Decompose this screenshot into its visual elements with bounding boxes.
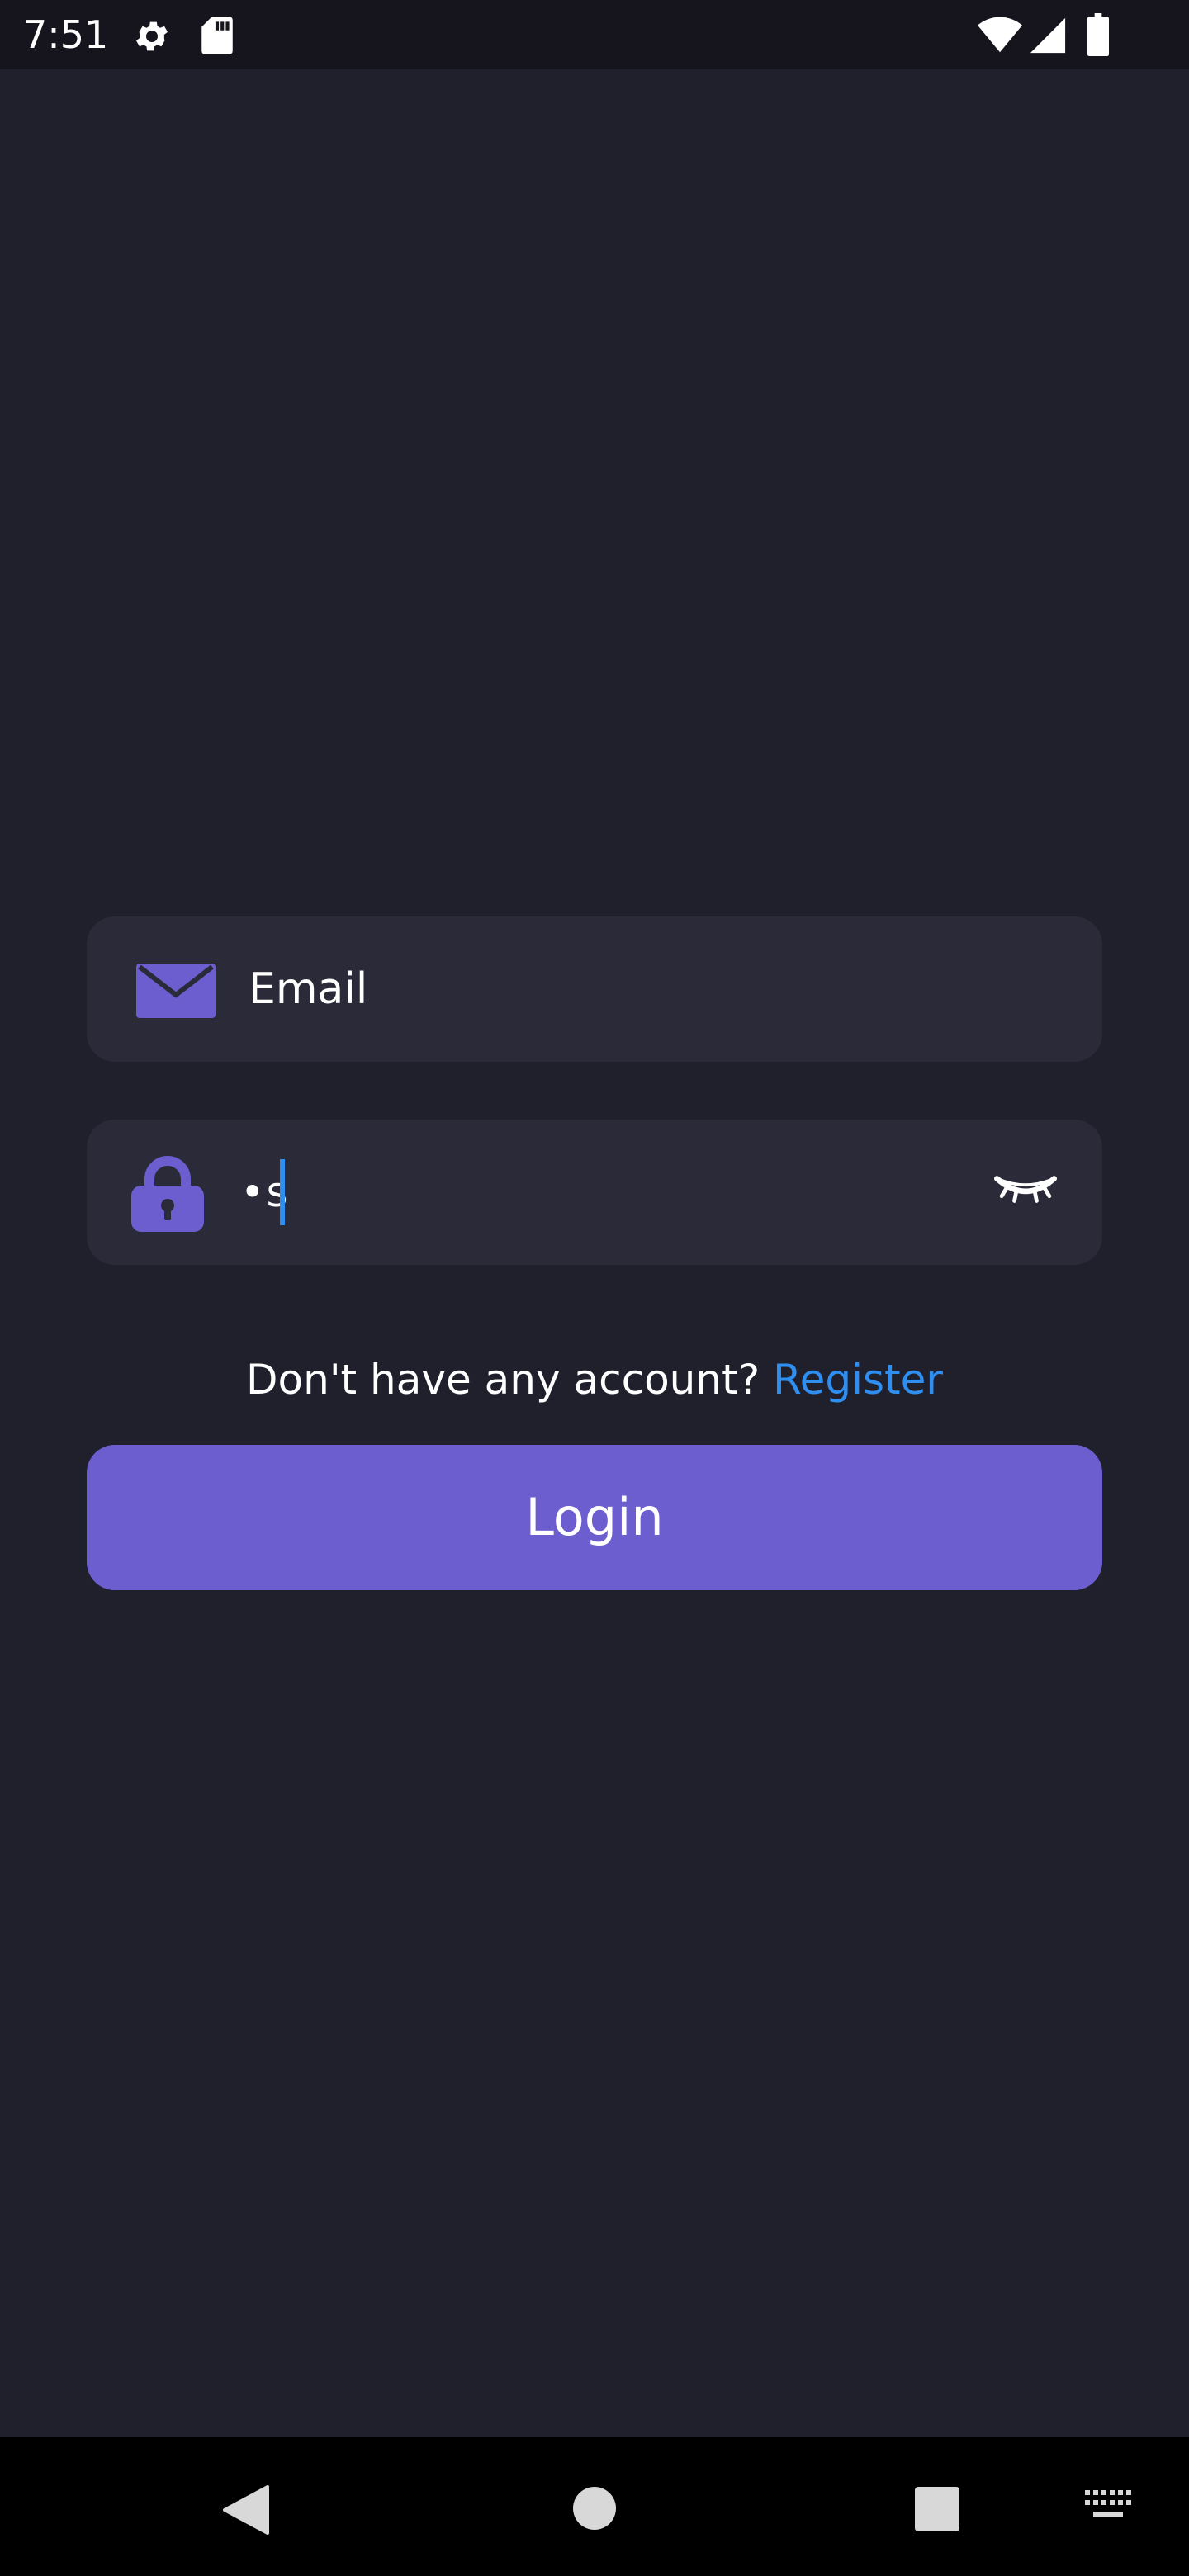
status-time: 7:51 <box>23 12 109 57</box>
eye-closed-icon[interactable] <box>993 1169 1058 1210</box>
recents-icon[interactable] <box>915 2487 959 2531</box>
battery-icon <box>1087 13 1109 56</box>
email-placeholder: Email <box>249 964 368 1014</box>
login-button[interactable]: Login <box>87 1445 1102 1590</box>
password-field[interactable]: •s <box>87 1120 1102 1265</box>
keyboard-icon[interactable] <box>1085 2490 1135 2523</box>
register-prompt: Don't have any account? <box>246 1356 760 1404</box>
navigation-bar <box>0 2437 1189 2576</box>
login-screen: 7:51 Email •s Don't have any account? Re… <box>0 0 1189 2576</box>
status-bar: 7:51 <box>0 0 1189 69</box>
home-icon[interactable] <box>573 2487 616 2530</box>
back-icon[interactable] <box>221 2484 271 2536</box>
signal-icon <box>1030 17 1066 54</box>
text-cursor <box>280 1159 285 1225</box>
register-link[interactable]: Register <box>773 1356 943 1404</box>
wifi-icon <box>978 17 1022 53</box>
sd-card-icon <box>201 17 233 54</box>
lock-icon <box>131 1156 204 1232</box>
register-row: Don't have any account? Register <box>0 1351 1189 1409</box>
mail-icon <box>136 964 216 1018</box>
gear-icon <box>136 21 168 51</box>
email-field[interactable]: Email <box>87 916 1102 1062</box>
